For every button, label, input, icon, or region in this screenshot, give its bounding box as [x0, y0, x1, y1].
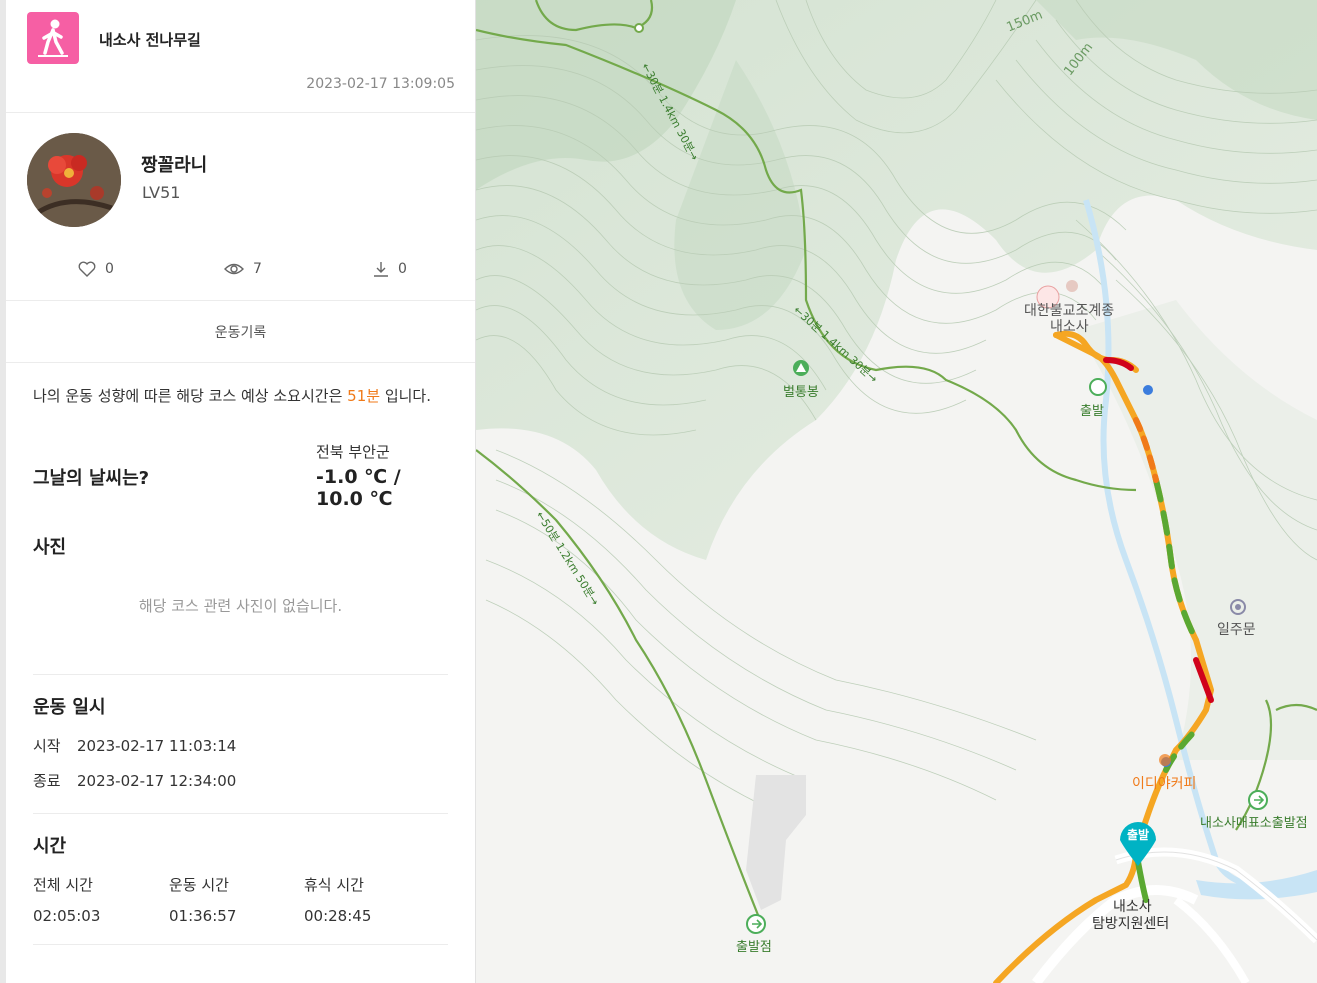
total-time-label: 전체 시간 [33, 876, 93, 894]
view-count: 7 [253, 261, 262, 277]
map-label-temple[interactable]: 내소사 [1050, 316, 1089, 336]
prediction-suffix: 입니다. [380, 387, 431, 405]
like-count: 0 [105, 261, 114, 277]
end-time-row: 종료 2023-02-17 12:34:00 [33, 770, 448, 791]
predicted-time: 나의 운동 성향에 따른 해당 코스 예상 소요시간은 51분 입니다. [33, 383, 453, 409]
stats-row: 0 7 0 [6, 261, 475, 285]
start-pin[interactable]: 출발 [1118, 816, 1158, 868]
end-label: 종료 [33, 772, 61, 790]
heart-icon [78, 261, 96, 277]
prediction-prefix: 나의 운동 성향에 따른 해당 코스 예상 소요시간은 [33, 387, 348, 405]
start-time-row: 시작 2023-02-17 11:03:14 [33, 735, 448, 756]
avatar[interactable] [27, 133, 121, 227]
user-level: LV51 [142, 183, 181, 202]
course-datetime: 2023-02-17 13:09:05 [306, 76, 455, 92]
divider [33, 674, 448, 675]
download-stat[interactable]: 0 [373, 261, 407, 277]
time-heading: 시간 [33, 836, 67, 857]
no-photos-text: 해당 코스 관련 사진이 없습니다. [138, 597, 343, 615]
map-label-start-bottom[interactable]: 출발점 [736, 936, 772, 955]
map-label-store[interactable]: 내소사매표소출발점 [1200, 812, 1308, 831]
total-time-value: 02:05:03 [33, 907, 101, 925]
time-stats: 전체 시간 02:05:03 운동 시간 01:36:57 휴식 시간 00:2… [33, 874, 448, 944]
map-canvas[interactable] [476, 0, 1317, 983]
user-name: 짱꼴라니 [141, 155, 208, 176]
weather-question: 그날의 날씨는? [33, 468, 150, 489]
total-time: 전체 시간 02:05:03 [33, 874, 100, 925]
tab-exercise-record[interactable]: 운동기록 [6, 301, 475, 363]
download-count: 0 [398, 261, 407, 277]
moving-time-value: 01:36:57 [169, 907, 237, 925]
exercise-date-heading: 운동 일시 [33, 697, 106, 718]
start-value: 2023-02-17 11:03:14 [77, 737, 237, 755]
weather-location: 전북 부안군 [316, 443, 390, 461]
eye-icon [224, 263, 244, 275]
rest-time: 휴식 시간 00:28:45 [304, 874, 371, 925]
map-label-peak[interactable]: 벌통봉 [783, 381, 819, 400]
download-icon [374, 262, 388, 277]
prediction-value: 51분 [347, 387, 381, 405]
course-title: 내소사 전나무길 [99, 31, 201, 49]
detail-panel: 내소사 전나무길 2023-02-17 13:09:05 짱꼴라니 LV51 0 [0, 0, 476, 983]
rest-time-label: 휴식 시간 [304, 876, 364, 894]
tab-label: 운동기록 [214, 324, 267, 341]
start-pin-label: 출발 [1126, 828, 1150, 842]
photos-heading: 사진 [33, 537, 67, 558]
like-stat[interactable]: 0 [78, 261, 114, 277]
end-value: 2023-02-17 12:34:00 [77, 772, 237, 790]
rest-time-value: 00:28:45 [304, 907, 372, 925]
map-label-start-top[interactable]: 출발 [1080, 400, 1104, 419]
moving-time: 운동 시간 01:36:57 [169, 874, 236, 925]
divider [33, 813, 448, 814]
user-profile: 짱꼴라니 LV51 0 7 0 [6, 113, 475, 301]
start-label: 시작 [33, 737, 61, 755]
map-label-center-2[interactable]: 탐방지원센터 [1092, 913, 1169, 933]
map-label-ilju[interactable]: 일주문 [1217, 619, 1256, 639]
course-map[interactable]: 출발 150m 100m ←30분 1.4km 30분→ ←30분 1.4km … [476, 0, 1317, 983]
map-label-cafe[interactable]: 이디야커피 [1132, 773, 1196, 793]
moving-time-label: 운동 시간 [169, 876, 229, 894]
hiking-person-icon [27, 12, 79, 64]
weather-temperature: -1.0 ℃ / 10.0 ℃ [316, 466, 401, 510]
view-stat: 7 [224, 261, 262, 277]
weather-section: 그날의 날씨는? 전북 부안군 -1.0 ℃ / 10.0 ℃ [33, 437, 448, 513]
course-header: 내소사 전나무길 2023-02-17 13:09:05 [6, 0, 475, 113]
divider [33, 944, 448, 945]
